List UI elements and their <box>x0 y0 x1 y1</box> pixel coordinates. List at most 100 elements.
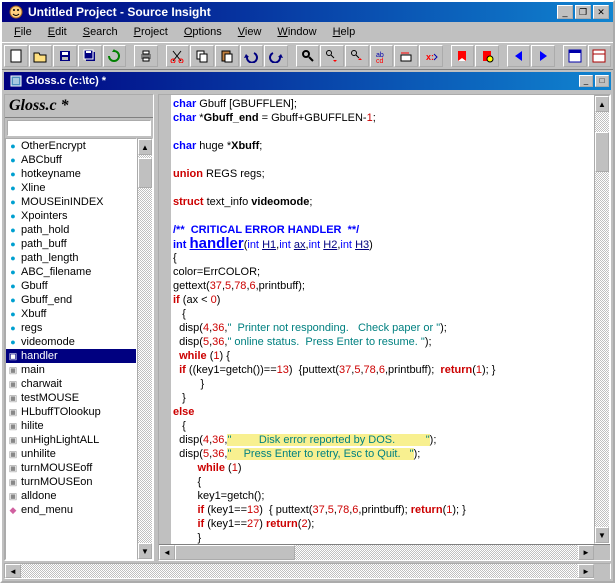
bookmark-goto-button[interactable] <box>475 45 499 67</box>
goto-line-button[interactable]: x: <box>419 45 443 67</box>
variable-icon: ● <box>8 281 18 291</box>
symbol-Xline[interactable]: ●Xline <box>6 181 136 195</box>
print-button[interactable] <box>134 45 158 67</box>
symbol-Xpointers[interactable]: ●Xpointers <box>6 209 136 223</box>
symbol-ABC_filename[interactable]: ●ABC_filename <box>6 265 136 279</box>
minimize-button[interactable]: _ <box>557 5 573 19</box>
editor-scroll-up[interactable]: ▲ <box>595 96 609 112</box>
function-icon: ▣ <box>8 477 18 488</box>
symbol-regs[interactable]: ●regs <box>6 321 136 335</box>
symbol-main[interactable]: ▣main <box>6 363 136 377</box>
symbol-Xbuff[interactable]: ●Xbuff <box>6 307 136 321</box>
symbol-window-button[interactable] <box>563 45 587 67</box>
bookmark-set-button[interactable] <box>451 45 475 67</box>
search-project-button[interactable] <box>394 45 418 67</box>
symbol-label: charwait <box>21 378 62 390</box>
code-pane[interactable]: char Gbuff [GBUFFLEN];char *Gbuff_end = … <box>171 95 594 544</box>
undo-button[interactable] <box>240 45 264 67</box>
editor-hscrollbar[interactable]: ◄ ► <box>159 544 610 560</box>
symbol-path_length[interactable]: ●path_length <box>6 251 136 265</box>
editor-hthumb[interactable] <box>175 545 295 560</box>
symbol-Gbuff_end[interactable]: ●Gbuff_end <box>6 293 136 307</box>
editor-vscrollbar[interactable]: ▲ ▼ <box>594 95 610 544</box>
find-prev-button[interactable] <box>345 45 369 67</box>
symbol-path_buff[interactable]: ●path_buff <box>6 237 136 251</box>
editor-scroll-right[interactable]: ► <box>578 545 594 560</box>
symbol-turnMOUSEoff[interactable]: ▣turnMOUSEoff <box>6 461 136 475</box>
symbol-label: MOUSEinINDEX <box>21 196 104 208</box>
relation-window-button[interactable] <box>588 45 612 67</box>
symbol-search-input[interactable] <box>7 120 151 136</box>
symbol-hotkeyname[interactable]: ●hotkeyname <box>6 167 136 181</box>
symbol-unhilite[interactable]: ▣unhilite <box>6 447 136 461</box>
variable-icon: ● <box>8 323 18 333</box>
menubar: File Edit Search Project Options View Wi… <box>2 22 613 42</box>
symbol-label: Xbuff <box>21 308 47 320</box>
close-button[interactable]: ✕ <box>593 5 609 19</box>
scroll-down-button[interactable]: ▼ <box>138 543 152 559</box>
cut-button[interactable] <box>166 45 190 67</box>
new-button[interactable] <box>4 45 28 67</box>
menu-window[interactable]: Window <box>269 24 324 40</box>
editor-scroll-down[interactable]: ▼ <box>595 527 609 543</box>
redo-button[interactable] <box>264 45 288 67</box>
maximize-button[interactable]: ❐ <box>575 5 591 19</box>
function-icon: ▣ <box>8 421 18 432</box>
bottom-scroll-right[interactable]: ► <box>578 564 594 578</box>
nav-back-button[interactable] <box>507 45 531 67</box>
symbol-turnMOUSEon[interactable]: ▣turnMOUSEon <box>6 475 136 489</box>
editor-scroll-left[interactable]: ◄ <box>159 545 175 560</box>
workspace: Gloss.c * ●OtherEncrypt●ABCbuff●hotkeyna… <box>4 94 611 561</box>
symbol-label: ABCbuff <box>21 154 62 166</box>
symbol-list[interactable]: ●OtherEncrypt●ABCbuff●hotkeyname●Xline●M… <box>5 138 137 560</box>
symbol-unHighLightALL[interactable]: ▣unHighLightALL <box>6 433 136 447</box>
variable-icon: ● <box>8 309 18 319</box>
paste-button[interactable] <box>215 45 239 67</box>
scroll-up-button[interactable]: ▲ <box>138 139 152 155</box>
find-button[interactable] <box>296 45 320 67</box>
symbol-HLbuffTOlookup[interactable]: ▣HLbuffTOlookup <box>6 405 136 419</box>
doc-minimize-button[interactable]: _ <box>579 75 593 87</box>
menu-file[interactable]: File <box>6 24 40 40</box>
symbol-handler[interactable]: ▣handler <box>6 349 136 363</box>
menu-search[interactable]: Search <box>75 24 126 40</box>
symbol-end_menu[interactable]: ◆end_menu <box>6 503 136 517</box>
variable-icon: ● <box>8 253 18 263</box>
menu-view[interactable]: View <box>230 24 270 40</box>
menu-options[interactable]: Options <box>176 24 230 40</box>
doc-maximize-button[interactable]: □ <box>595 75 609 87</box>
symbol-charwait[interactable]: ▣charwait <box>6 377 136 391</box>
symbol-ABCbuff[interactable]: ●ABCbuff <box>6 153 136 167</box>
menu-project[interactable]: Project <box>126 24 176 40</box>
symbol-testMOUSE[interactable]: ▣testMOUSE <box>6 391 136 405</box>
copy-button[interactable] <box>190 45 214 67</box>
symbol-path_hold[interactable]: ●path_hold <box>6 223 136 237</box>
save-button[interactable] <box>53 45 77 67</box>
bottom-hscrollbar[interactable]: ◄ ► <box>4 563 611 579</box>
symbol-hilite[interactable]: ▣hilite <box>6 419 136 433</box>
symbol-Gbuff[interactable]: ●Gbuff <box>6 279 136 293</box>
editor-vthumb[interactable] <box>595 132 609 172</box>
function-icon: ▣ <box>8 491 18 502</box>
scroll-thumb[interactable] <box>138 158 152 188</box>
symbol-label: hotkeyname <box>21 168 81 180</box>
symbol-MOUSEinINDEX[interactable]: ●MOUSEinINDEX <box>6 195 136 209</box>
symbol-label: Xline <box>21 182 45 194</box>
save-all-button[interactable] <box>78 45 102 67</box>
replace-button[interactable]: abcd <box>370 45 394 67</box>
document-titlebar: Gloss.c (c:\tc) * _ □ <box>4 72 611 90</box>
menu-edit[interactable]: Edit <box>40 24 75 40</box>
find-next-button[interactable] <box>320 45 344 67</box>
nav-forward-button[interactable] <box>531 45 555 67</box>
symbol-label: ABC_filename <box>21 266 91 278</box>
symbol-OtherEncrypt[interactable]: ●OtherEncrypt <box>6 139 136 153</box>
open-button[interactable] <box>29 45 53 67</box>
symbol-videomode[interactable]: ●videomode <box>6 335 136 349</box>
symbol-label: testMOUSE <box>21 392 79 404</box>
symbol-label: Xpointers <box>21 210 67 222</box>
symbol-alldone[interactable]: ▣alldone <box>6 489 136 503</box>
refresh-button[interactable] <box>103 45 127 67</box>
sidebar-scrollbar[interactable]: ▲ ▼ <box>137 138 153 560</box>
menu-help[interactable]: Help <box>325 24 364 40</box>
bottom-scroll-left[interactable]: ◄ <box>5 564 21 578</box>
